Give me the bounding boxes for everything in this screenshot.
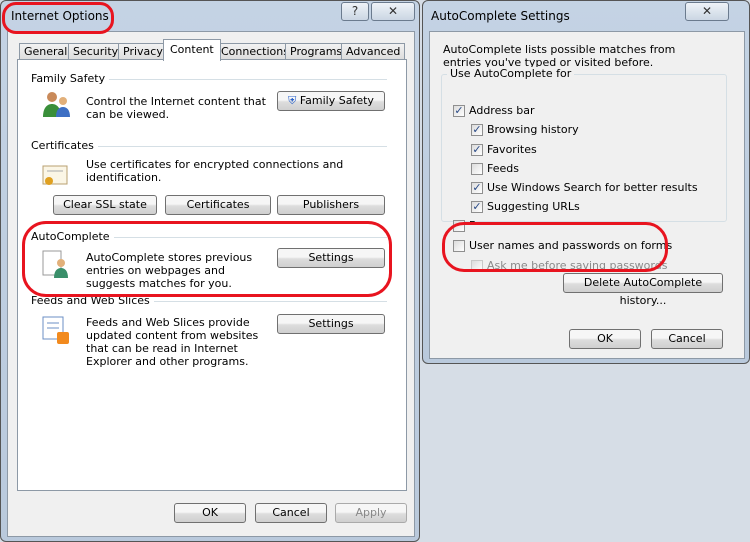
- family-safety-text: Control the Internet content that can be…: [86, 95, 266, 121]
- autocomplete-settings-window: AutoComplete Settings ✕ AutoComplete lis…: [422, 0, 750, 364]
- option-label: Address bar: [469, 104, 535, 117]
- checkbox-suggesting-urls[interactable]: ✓: [471, 201, 483, 213]
- tab-programs[interactable]: Programs: [285, 43, 348, 60]
- use-autocomplete-group: [441, 74, 727, 222]
- ok-button[interactable]: OK: [174, 503, 246, 523]
- clear-ssl-state-button[interactable]: Clear SSL state: [53, 195, 157, 215]
- delete-autocomplete-history-button[interactable]: Delete AutoComplete history...: [563, 273, 723, 307]
- option-label: Suggesting URLs: [487, 200, 580, 213]
- publishers-button[interactable]: Publishers: [277, 195, 385, 215]
- option-label: Use Windows Search for better results: [487, 181, 698, 194]
- feeds-icon: [42, 316, 69, 344]
- checkbox-ask-me-before-saving-passwords[interactable]: [471, 260, 483, 272]
- close-button[interactable]: ✕: [371, 2, 415, 21]
- feeds-settings-button[interactable]: Settings: [277, 314, 385, 334]
- checkbox-use-windows-search-for-better-results[interactable]: ✓: [471, 182, 483, 194]
- family-safety-heading: Family Safety: [31, 72, 110, 85]
- option-label: Feeds: [487, 162, 519, 175]
- checkbox-browsing-history[interactable]: ✓: [471, 124, 483, 136]
- certificates-text: Use certificates for encrypted connectio…: [86, 158, 344, 184]
- cancel-button[interactable]: Cancel: [651, 329, 723, 349]
- close-button[interactable]: ✕: [685, 2, 729, 21]
- family-safety-icon: [43, 92, 70, 117]
- family-safety-button[interactable]: ⛨ Family Safety: [277, 91, 385, 111]
- checkbox-feeds[interactable]: [471, 163, 483, 175]
- tab-security[interactable]: Security: [68, 43, 124, 60]
- certificates-button[interactable]: Certificates: [165, 195, 271, 215]
- checkbox-forms[interactable]: [453, 220, 465, 232]
- help-button[interactable]: ?: [341, 2, 369, 21]
- window-title: Internet Options: [11, 9, 109, 23]
- option-label: Ask me before saving passwords: [487, 259, 668, 272]
- autocomplete-heading: AutoComplete: [31, 230, 114, 243]
- checkbox-favorites[interactable]: ✓: [471, 144, 483, 156]
- option-label: Favorites: [487, 143, 537, 156]
- autocomplete-text: AutoComplete stores previous entries on …: [86, 251, 253, 290]
- certificates-heading: Certificates: [31, 139, 98, 152]
- certificate-icon: [42, 165, 68, 185]
- tab-advanced[interactable]: Advanced: [341, 43, 406, 60]
- option-label: User names and passwords on forms: [469, 239, 673, 252]
- feeds-text: Feeds and Web Slices provide updated con…: [86, 316, 259, 368]
- checkbox-user-names-and-passwords-on-forms[interactable]: [453, 240, 465, 252]
- autocomplete-settings-button[interactable]: Settings: [277, 248, 385, 268]
- tab-connections[interactable]: Connections: [216, 43, 294, 60]
- apply-button[interactable]: Apply: [335, 503, 407, 523]
- window-title: AutoComplete Settings: [431, 9, 570, 23]
- shield-icon: ⛨: [288, 94, 297, 107]
- tab-general[interactable]: General: [19, 43, 73, 60]
- tab-content[interactable]: Content: [163, 39, 221, 61]
- description: AutoComplete lists possible matches from…: [443, 43, 676, 69]
- cancel-button[interactable]: Cancel: [255, 503, 327, 523]
- ok-button[interactable]: OK: [569, 329, 641, 349]
- checkbox-address-bar[interactable]: ✓: [453, 105, 465, 117]
- group-label: Use AutoComplete for: [447, 67, 575, 80]
- option-label: Browsing history: [487, 123, 579, 136]
- internet-options-window: Internet Options ? ✕ General Security Pr…: [0, 0, 420, 542]
- feeds-heading: Feeds and Web Slices: [31, 294, 154, 307]
- tab-privacy[interactable]: Privacy: [118, 43, 168, 60]
- autocomplete-icon: [42, 250, 68, 278]
